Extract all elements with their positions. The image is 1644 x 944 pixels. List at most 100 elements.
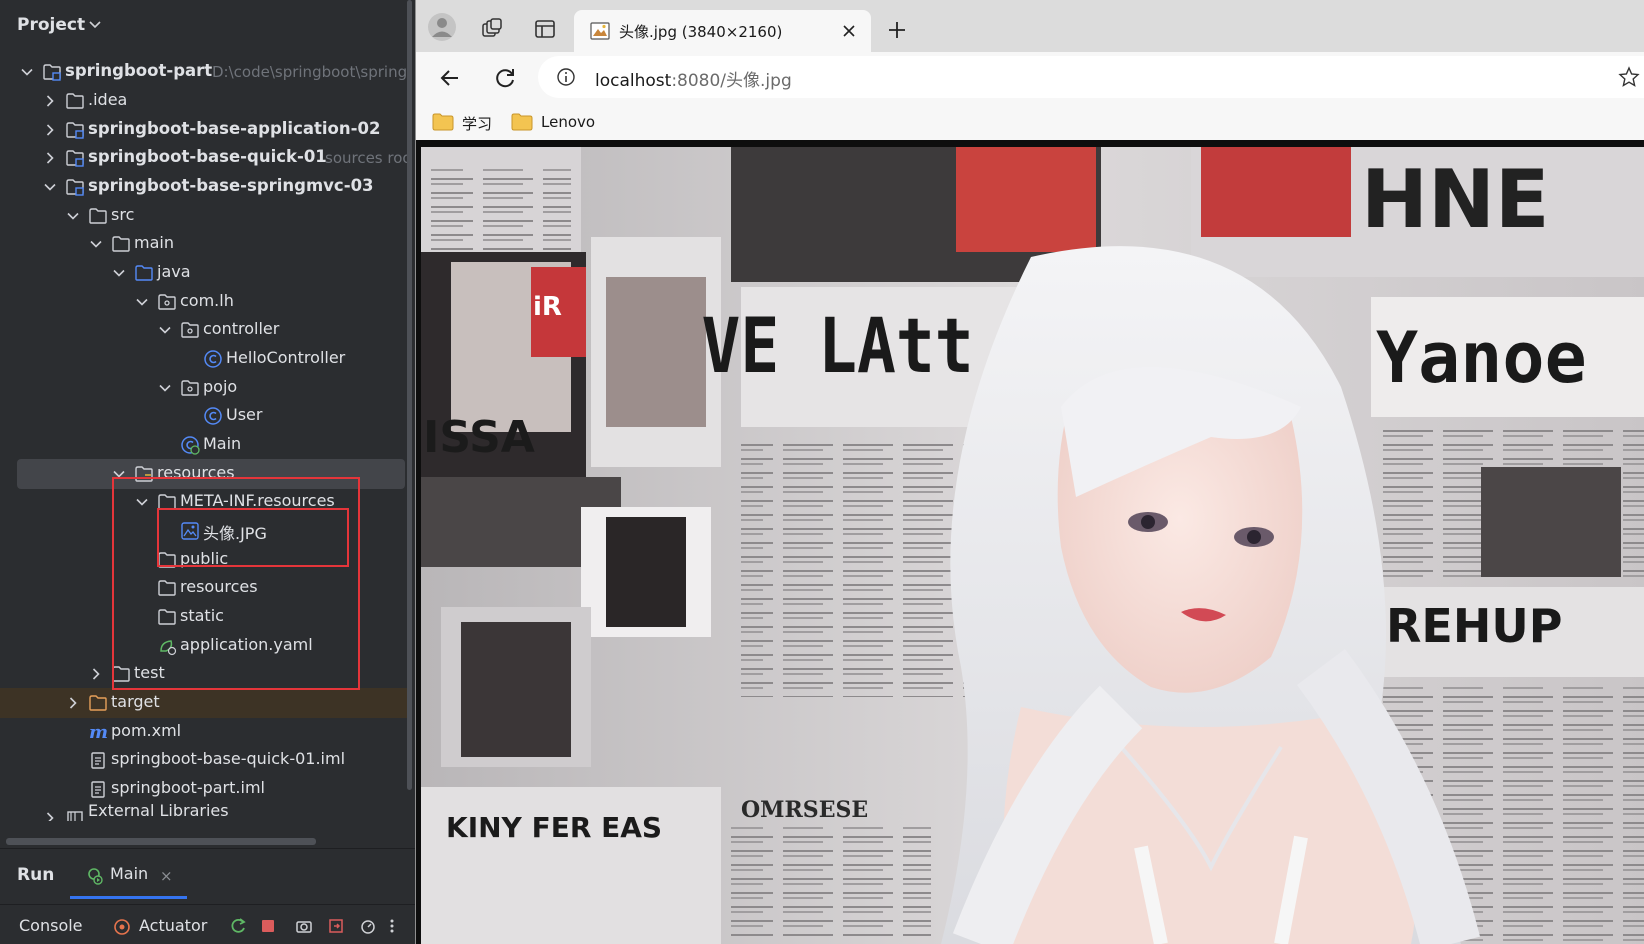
tree-item[interactable]: Main: [0, 430, 410, 460]
bookmark-folder-study[interactable]: 学习: [432, 109, 492, 135]
tree-item[interactable]: target: [0, 688, 410, 718]
newspaper-headline-hne: HNE: [1361, 153, 1550, 246]
tree-item[interactable]: src: [0, 201, 410, 231]
module-folder-icon: [66, 122, 84, 139]
profile-avatar-icon[interactable]: [427, 12, 457, 42]
tree-item[interactable]: com.lh: [0, 287, 410, 317]
url-host: localhost: [595, 71, 672, 91]
run-panel-title: Run: [17, 865, 55, 885]
chevron-down-icon[interactable]: [20, 65, 34, 79]
actuator-tab[interactable]: Actuator: [112, 914, 222, 938]
actuator-label: Actuator: [139, 916, 208, 935]
chevron-down-icon[interactable]: [135, 295, 149, 309]
new-tab-plus-icon[interactable]: [886, 19, 908, 41]
ide-panel: Project springboot-part D:\code\springboo…: [0, 0, 415, 944]
restore-layout-icon[interactable]: [326, 916, 346, 936]
tree-item[interactable]: User: [0, 401, 410, 431]
folder-icon: [511, 113, 533, 131]
tree-item-label: springboot-base-quick-01: [88, 147, 327, 166]
tree-item[interactable]: pojo: [0, 373, 410, 403]
chevron-down-icon[interactable]: [158, 381, 172, 395]
tab-active-image[interactable]: 头像.jpg (3840×2160): [574, 10, 871, 52]
run-toolbar: Console Actuator: [0, 904, 415, 944]
tree-item-label: controller: [203, 319, 280, 338]
vertical-tabs-icon[interactable]: [534, 18, 556, 40]
run-tab-indicator: [70, 896, 187, 899]
back-arrow-icon[interactable]: [437, 65, 463, 91]
tree-item[interactable]: controller: [0, 315, 410, 345]
chevron-down-icon[interactable]: [158, 323, 172, 337]
bookmark-label: 学习: [462, 115, 493, 133]
library-icon: [67, 811, 83, 821]
module-folder-icon: [43, 64, 61, 81]
tree-item-label: HelloController: [226, 348, 346, 367]
chevron-down-icon[interactable]: [89, 237, 103, 251]
tree-item[interactable]: springboot-base-quick-01.iml: [0, 745, 410, 775]
tree-item-label: springboot-base-springmvc-03: [88, 176, 374, 195]
chevron-down-icon[interactable]: [43, 180, 57, 194]
stop-icon[interactable]: [258, 916, 278, 936]
tree-item[interactable]: springboot-base-springmvc-03: [0, 172, 410, 202]
folder-icon: [112, 236, 130, 252]
tree-horizontal-scrollbar[interactable]: [6, 838, 316, 845]
favorite-star-icon[interactable]: [1618, 66, 1640, 88]
reload-icon[interactable]: [492, 65, 518, 91]
tree-item-label: pom.xml: [111, 721, 182, 740]
module-folder-icon: [66, 150, 84, 167]
chevron-right-icon[interactable]: [43, 94, 57, 108]
tab-close-icon[interactable]: [841, 23, 857, 39]
bookmarks-bar: 学习 Lenovo: [416, 104, 1644, 142]
tree-item-label: User: [226, 405, 263, 424]
more-icon[interactable]: [388, 916, 396, 936]
tree-item-label: java: [157, 262, 191, 281]
tree-vertical-scrollbar[interactable]: [407, 0, 412, 790]
chevron-right-icon[interactable]: [66, 696, 80, 710]
image-viewer: ISSA iR VE LAtt FAC KINY FER EAS OMRSESE…: [416, 140, 1644, 944]
rerun-icon[interactable]: [228, 916, 248, 936]
site-info-icon[interactable]: [556, 67, 576, 87]
camera-icon[interactable]: [294, 916, 314, 936]
module-folder-icon: [66, 179, 84, 196]
svg-text:m: m: [89, 722, 108, 742]
tree-item[interactable]: HelloController: [0, 344, 410, 374]
chevron-right-icon[interactable]: [43, 151, 57, 165]
chevron-down-icon[interactable]: [66, 209, 80, 223]
actuator-icon: [114, 919, 130, 935]
tree-item[interactable]: springboot-part D:\code\springboot\spring: [0, 57, 410, 87]
navigation-bar: localhost:8080/头像.jpg: [416, 52, 1644, 104]
chevron-right-icon[interactable]: [43, 811, 57, 821]
source-folder-icon: [135, 265, 153, 281]
run-tab-close-icon[interactable]: ×: [160, 867, 173, 885]
project-title-dropdown[interactable]: Project: [17, 15, 85, 35]
tree-item-label: com.lh: [180, 291, 234, 310]
displayed-image[interactable]: ISSA iR VE LAtt FAC KINY FER EAS OMRSESE…: [421, 147, 1644, 944]
tree-item[interactable]: springboot-base-quick-01 sources roo: [0, 143, 412, 173]
workspaces-icon[interactable]: [481, 18, 503, 40]
package-icon: [181, 380, 199, 396]
highlight-box-meta-inf: [157, 508, 349, 567]
bookmark-folder-lenovo[interactable]: Lenovo: [511, 109, 601, 135]
address-bar[interactable]: localhost:8080/头像.jpg: [538, 56, 1644, 98]
run-panel: Run Main × Console Actuator: [0, 848, 415, 944]
tree-item[interactable]: m pom.xml: [0, 717, 410, 747]
package-icon: [181, 322, 199, 338]
browser-window: 头像.jpg (3840×2160) localhost:8080/头像.jpg…: [415, 0, 1644, 944]
tree-item-label: target: [111, 692, 160, 711]
chevron-down-icon[interactable]: [88, 18, 102, 32]
chevron-right-icon[interactable]: [43, 123, 57, 137]
tree-item-label: main: [134, 233, 174, 252]
chevron-down-icon[interactable]: [112, 266, 126, 280]
tab-title: 头像.jpg (3840×2160): [619, 23, 783, 41]
tree-item[interactable]: .idea: [0, 86, 410, 116]
chevron-right-icon[interactable]: [89, 667, 103, 681]
tree-item[interactable]: java: [0, 258, 410, 288]
url-text[interactable]: localhost:8080/头像.jpg: [595, 66, 792, 91]
tab-strip: 头像.jpg (3840×2160): [416, 0, 1644, 52]
profiler-icon[interactable]: [358, 916, 378, 936]
tree-item[interactable]: main: [0, 229, 410, 259]
tree-item[interactable]: springboot-base-application-02: [0, 115, 410, 145]
tree-item-hint: sources roo: [325, 149, 412, 167]
tree-item[interactable]: External Libraries: [0, 803, 410, 821]
tree-item[interactable]: springboot-part.iml: [0, 774, 410, 804]
console-tab[interactable]: Console: [19, 916, 83, 935]
